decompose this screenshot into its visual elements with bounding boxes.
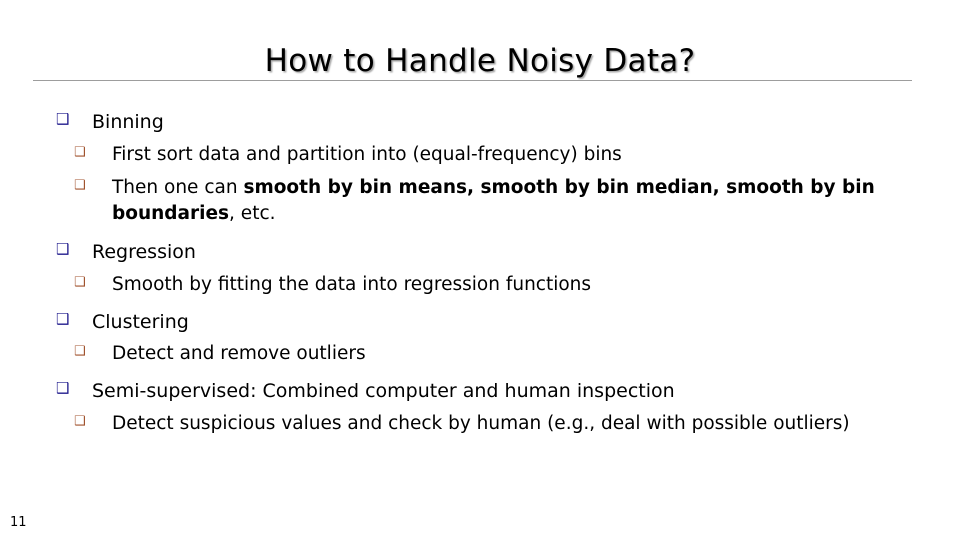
title-divider	[33, 80, 912, 81]
list-item-label: Semi-supervised: Combined computer and h…	[92, 380, 675, 403]
page-title: How to Handle Noisy Data?	[264, 42, 696, 79]
list-item-label: Binning	[92, 111, 164, 133]
square-bullet-icon: ❑	[74, 177, 86, 193]
list-item: ❑ Detect and remove outliers	[0, 341, 960, 368]
list-item-label-plain-lead: Then one can	[112, 176, 244, 198]
list-item: ❑ First sort data and partition into (eq…	[0, 142, 960, 169]
list-item-label: Then one can smooth by bin means, smooth…	[112, 175, 912, 229]
list-item: ❑ Clustering	[0, 310, 960, 335]
page-number: 11	[10, 515, 27, 530]
bullet-list: ❑ Binning ❑ First sort data and partitio…	[0, 110, 960, 438]
list-item-label: Detect suspicious values and check by hu…	[112, 412, 850, 434]
list-item-label: Regression	[92, 241, 196, 264]
square-bullet-icon: ❑	[56, 379, 70, 398]
list-item-label-plain-tail: , etc.	[229, 203, 276, 225]
list-item: ❑ Detect suspicious values and check by …	[0, 411, 960, 438]
slide: How to Handle Noisy Data? ❑ Binning ❑ Fi…	[0, 0, 960, 540]
square-bullet-icon: ❑	[56, 240, 70, 259]
list-item: ❑ Then one can smooth by bin means, smoo…	[0, 175, 960, 229]
square-bullet-icon: ❑	[56, 309, 70, 328]
square-bullet-icon: ❑	[74, 413, 86, 429]
list-item: ❑ Semi-supervised: Combined computer and…	[0, 379, 960, 404]
list-item-label: Smooth by fitting the data into regressi…	[112, 273, 592, 295]
list-item-label: Clustering	[92, 310, 189, 333]
list-item-label: First sort data and partition into (equa…	[112, 143, 622, 165]
list-item: ❑ Smooth by fitting the data into regres…	[0, 272, 960, 299]
square-bullet-icon: ❑	[74, 274, 86, 290]
list-item: ❑ Binning	[0, 110, 960, 135]
square-bullet-icon: ❑	[74, 344, 86, 360]
list-item-label: Detect and remove outliers	[112, 343, 366, 365]
square-bullet-icon: ❑	[74, 144, 86, 160]
square-bullet-icon: ❑	[56, 110, 70, 128]
list-item: ❑ Regression	[0, 240, 960, 265]
